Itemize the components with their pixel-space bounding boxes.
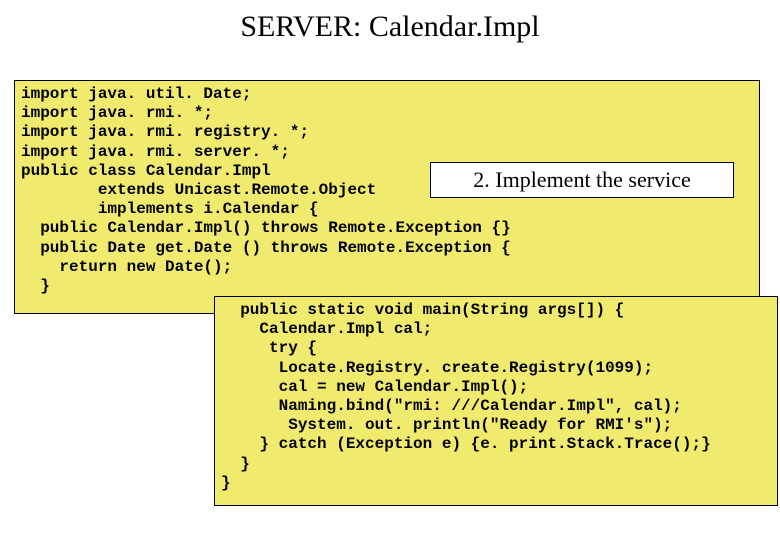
page-title: SERVER: Calendar.Impl bbox=[0, 0, 780, 56]
annotation-callout: 2. Implement the service bbox=[430, 162, 734, 198]
code-block-main: public static void main(String args[]) {… bbox=[214, 296, 778, 506]
